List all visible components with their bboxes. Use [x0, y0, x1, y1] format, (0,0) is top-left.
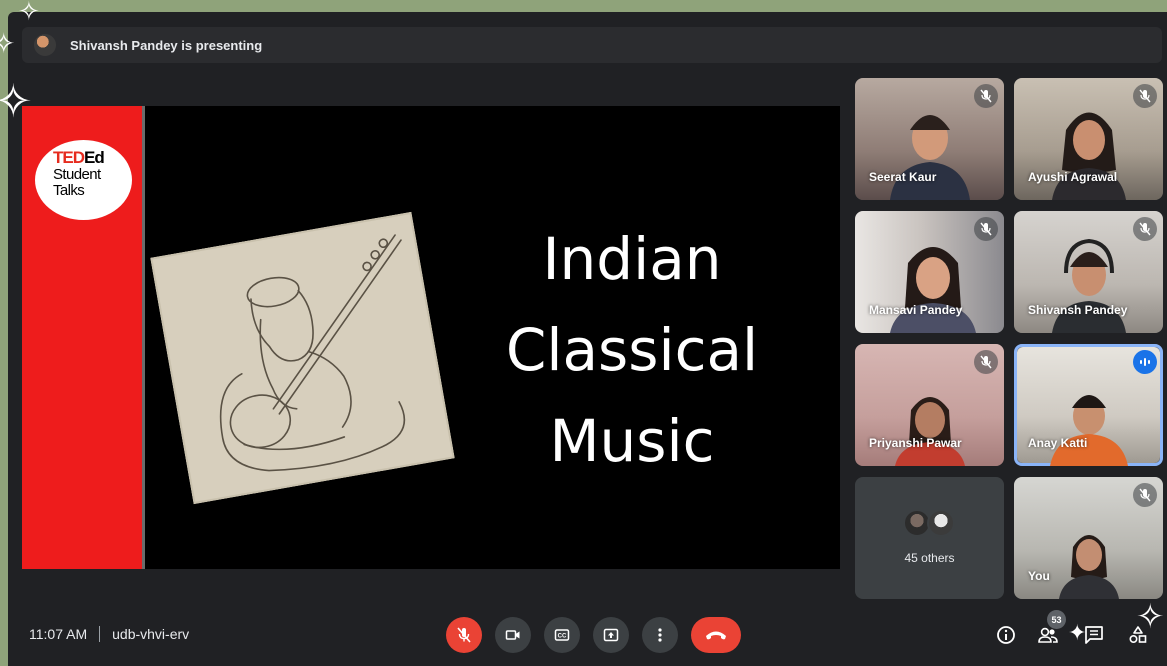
mic-off-icon — [974, 84, 998, 108]
sitar-sketch-image — [150, 211, 455, 505]
participant-name: Shivansh Pandey — [1028, 303, 1128, 317]
speaking-indicator-icon — [1133, 350, 1157, 374]
present-icon — [603, 628, 619, 642]
participant-tile[interactable]: Ayushi Agrawal — [1014, 78, 1163, 200]
participant-tile-self[interactable]: You — [1014, 477, 1163, 599]
meeting-details-button[interactable] — [995, 624, 1017, 646]
chat-icon — [1085, 626, 1103, 644]
participant-video — [894, 397, 965, 466]
others-avatars — [903, 509, 963, 539]
presenter-banner: Shivansh Pandey is presenting — [22, 27, 1162, 63]
camera-toggle-button[interactable] — [495, 617, 531, 653]
chat-button[interactable] — [1083, 624, 1105, 646]
participant-video — [1058, 535, 1119, 599]
divider — [99, 626, 101, 642]
participant-video — [889, 247, 976, 333]
presenter-label: Shivansh Pandey is presenting — [70, 37, 263, 53]
mic-toggle-button[interactable] — [446, 617, 482, 653]
logo-talks-text: Talks — [53, 182, 85, 199]
people-count-badge: 53 — [1047, 610, 1066, 629]
svg-text:CC: CC — [558, 634, 567, 640]
mic-off-icon — [974, 217, 998, 241]
meeting-info: 11:07 AM udb-vhvi-erv — [29, 626, 189, 642]
logo-student-text: Student — [53, 166, 101, 183]
participant-video — [1051, 112, 1126, 200]
participant-name: You — [1028, 569, 1050, 583]
meeting-time: 11:07 AM — [29, 626, 88, 642]
avatar — [927, 509, 955, 537]
participant-tile[interactable]: Seerat Kaur — [855, 78, 1004, 200]
slide-title: Indian Classical Music — [505, 225, 759, 475]
sitar-player-drawing — [219, 234, 406, 472]
captions-button[interactable]: CC — [544, 617, 580, 653]
others-count-label: 45 others — [904, 551, 955, 565]
more-vert-icon — [658, 628, 662, 642]
participant-tile[interactable]: Mansavi Pandey — [855, 211, 1004, 333]
mic-off-icon — [974, 350, 998, 374]
activities-icon — [1129, 626, 1147, 644]
participant-name: Anay Katti — [1028, 436, 1088, 450]
call-controls: CC — [446, 617, 741, 653]
participant-tile[interactable]: Priyanshi Pawar — [855, 344, 1004, 466]
mic-off-icon — [1133, 84, 1157, 108]
captions-icon: CC — [554, 629, 570, 641]
present-now-button[interactable] — [593, 617, 629, 653]
participant-tile-active[interactable]: Anay Katti — [1014, 344, 1163, 466]
logo-ed-text: Ed — [84, 148, 105, 167]
participant-video — [889, 115, 970, 200]
hang-up-icon — [706, 631, 726, 640]
participant-name: Ayushi Agrawal — [1028, 170, 1118, 184]
camera-icon — [505, 630, 520, 640]
mic-off-icon — [457, 627, 471, 643]
info-icon — [997, 626, 1015, 644]
participant-video — [1049, 395, 1128, 466]
right-toolbar: 53 — [995, 610, 1155, 650]
meeting-code[interactable]: udb-vhvi-erv — [112, 626, 189, 642]
slide-divider — [142, 106, 145, 569]
participant-video — [1051, 238, 1126, 333]
presentation-slide: TEDEd Student Talks Indian Classical Mus… — [22, 106, 840, 569]
leave-call-button[interactable] — [691, 617, 741, 653]
logo-ted-text: TED — [53, 148, 85, 167]
mic-off-icon — [1133, 483, 1157, 507]
more-options-button[interactable] — [642, 617, 678, 653]
participant-name: Mansavi Pandey — [869, 303, 963, 317]
participant-tile[interactable]: Shivansh Pandey — [1014, 211, 1163, 333]
others-tile[interactable]: 45 others — [855, 477, 1004, 599]
participant-name: Priyanshi Pawar — [869, 436, 962, 450]
avatar — [34, 34, 56, 56]
activities-button[interactable] — [1127, 624, 1149, 646]
mic-off-icon — [1133, 217, 1157, 241]
participant-name: Seerat Kaur — [869, 170, 937, 184]
tedEd-logo: TEDEd Student Talks — [35, 140, 132, 220]
